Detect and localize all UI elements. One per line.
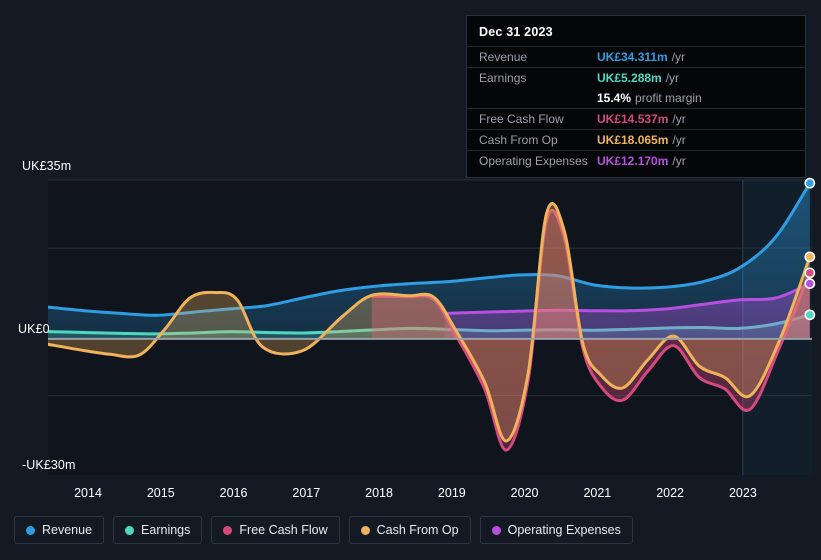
x-axis-tick-2019: 2019 <box>437 486 466 500</box>
legend-item-label: Free Cash Flow <box>239 523 328 537</box>
legend-color-dot-icon <box>360 525 370 535</box>
tooltip-title: Dec 31 2023 <box>479 25 553 39</box>
x-axis-tick-2015: 2015 <box>146 486 175 500</box>
legend-color-dot-icon <box>125 525 135 535</box>
x-axis-tick-2020: 2020 <box>510 486 539 500</box>
endpoint-marker-earnings <box>804 309 816 321</box>
tooltip-profit-margin-row: 15.4% profit margin <box>467 88 805 108</box>
financial-chart: UK£35m UK£0 -UK£30m 2014 2015 2016 2017 2018… <box>0 0 821 560</box>
tooltip-row-label: Operating Expenses <box>479 154 588 168</box>
endpoint-marker-operating-expenses <box>804 278 816 290</box>
tooltip-row-earnings: Earnings UK£5.288m/yr <box>467 67 805 88</box>
tooltip-row-label: Revenue <box>479 50 528 64</box>
tooltip-row-unit: /yr <box>672 133 686 147</box>
tooltip-row-value: UK£18.065m <box>597 133 669 147</box>
tooltip-row-unit: /yr <box>672 154 686 168</box>
legend-item-label: Earnings <box>141 523 191 537</box>
tooltip-rows: Revenue UK£34.311m/yr Earnings UK£5.288m/yr… <box>467 46 805 171</box>
x-axis-tick-2023: 2023 <box>728 486 757 500</box>
x-axis-tick-2017: 2017 <box>292 486 321 500</box>
legend-color-dot-icon <box>223 525 233 535</box>
legend-color-dot-icon <box>26 525 35 535</box>
tooltip-profit-margin-label: profit margin <box>635 91 702 105</box>
x-axis-tick-2022: 2022 <box>656 486 685 500</box>
tooltip-row-value: UK£14.537m <box>597 112 669 126</box>
legend-color-dot-icon <box>491 525 501 535</box>
x-axis-tick-2016: 2016 <box>219 486 248 500</box>
tooltip-row-unit: /yr <box>672 112 686 126</box>
x-axis-tick-2018: 2018 <box>365 486 393 500</box>
tooltip-row-unit: /yr <box>665 71 680 85</box>
legend-item-label: Cash From Op <box>376 523 459 537</box>
tooltip-row-cash-from-op: Cash From Op UK£18.065m/yr <box>467 129 805 150</box>
y-axis-label-bottom: -UK£30m <box>22 458 76 472</box>
y-axis-label-zero: UK£0 <box>18 322 50 336</box>
tooltip-row-unit: /yr <box>671 50 686 64</box>
legend-item-earnings[interactable]: Earnings <box>113 516 203 544</box>
tooltip-row-label: Free Cash Flow <box>479 112 564 126</box>
legend-item-label: Revenue <box>42 523 93 537</box>
y-axis-label-top: UK£35m <box>22 159 72 173</box>
legend-item-label: Operating Expenses <box>507 523 621 537</box>
endpoint-marker-cash-from-op <box>804 251 816 263</box>
tooltip-row-label: Earnings <box>479 71 527 85</box>
tooltip-row-value: UK£12.170m <box>597 154 669 168</box>
legend-item-operating-expenses[interactable]: Operating Expenses <box>479 516 633 544</box>
chart-legend: Revenue Earnings Free Cash Flow Cash From O… <box>14 516 633 544</box>
endpoint-marker-free-cash-flow <box>804 267 816 279</box>
x-axis-tick-2021: 2021 <box>583 486 612 500</box>
data-tooltip: Dec 31 2023 Revenue UK£34.311m/yr Earnings… <box>466 15 806 178</box>
legend-item-free-cash-flow[interactable]: Free Cash Flow <box>211 516 340 544</box>
tooltip-row-value: UK£5.288m <box>597 71 662 85</box>
x-axis-tick-2014: 2014 <box>74 486 102 500</box>
tooltip-row-label: Cash From Op <box>479 133 558 147</box>
tooltip-row-free-cash-flow: Free Cash Flow UK£14.537m/yr <box>467 108 805 129</box>
endpoint-marker-revenue <box>804 177 816 189</box>
legend-item-revenue[interactable]: Revenue <box>14 516 105 544</box>
legend-item-cash-from-op[interactable]: Cash From Op <box>348 516 471 544</box>
tooltip-profit-margin-value: 15.4% <box>597 91 632 105</box>
tooltip-row-revenue: Revenue UK£34.311m/yr <box>467 46 805 67</box>
tooltip-row-operating-expenses: Operating Expenses UK£12.170m/yr <box>467 150 805 171</box>
tooltip-row-value: UK£34.311m <box>597 50 668 64</box>
